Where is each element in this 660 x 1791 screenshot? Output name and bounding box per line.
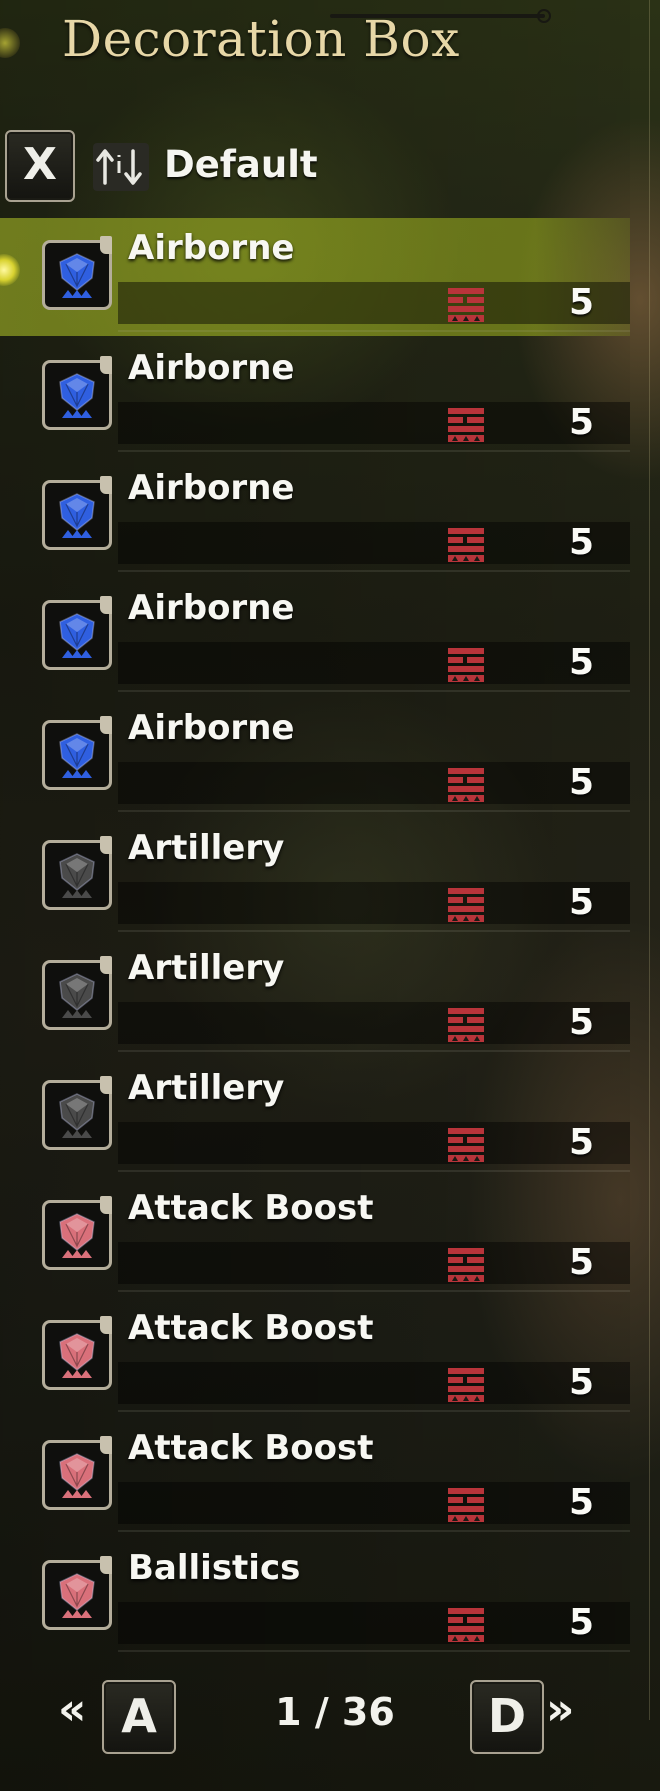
row-divider [118,1290,630,1292]
decoration-quantity: 5 [568,642,594,683]
pagination-footer: « A 1 / 36 D » [0,1670,630,1770]
decoration-row[interactable]: Airborne 5 [0,218,630,336]
decoration-quantity: 5 [568,1242,594,1283]
row-bar [118,1362,630,1404]
decoration-row[interactable]: Airborne 5 [0,458,630,578]
decoration-name: Attack Boost [128,1428,374,1468]
slot-level-icon [446,766,486,808]
row-divider [118,810,630,812]
page-title: Decoration Box [62,10,460,68]
decoration-tag-icon [100,1556,112,1574]
prev-page-chevron-icon[interactable]: « [58,1684,86,1735]
decoration-row[interactable]: Artillery 5 [0,1058,630,1178]
decoration-name: Attack Boost [128,1188,374,1228]
decoration-row[interactable]: Attack Boost 5 [0,1418,630,1538]
row-bar [118,1602,630,1644]
row-bar [118,282,630,324]
decoration-name: Artillery [128,1068,285,1108]
prev-page-key-a[interactable]: A [102,1680,176,1754]
decoration-name: Attack Boost [128,1308,374,1348]
next-page-key-d[interactable]: D [470,1680,544,1754]
decoration-row[interactable]: Artillery 5 [0,938,630,1058]
decoration-quantity: 5 [568,282,594,323]
decoration-row[interactable]: Artillery 5 [0,818,630,938]
slot-level-icon [446,1126,486,1168]
panel-edge [649,0,650,1720]
decoration-name: Airborne [128,468,295,508]
decoration-quantity: 5 [568,402,594,443]
slot-level-icon [446,1606,486,1648]
sort-key-x[interactable]: X [5,130,75,202]
decoration-name: Airborne [128,588,295,628]
decoration-quantity: 5 [568,1482,594,1523]
row-divider [118,1650,630,1652]
next-page-chevron-icon[interactable]: » [546,1684,574,1735]
row-divider [118,570,630,572]
decoration-tag-icon [100,836,112,854]
decoration-quantity: 5 [568,1362,594,1403]
slot-level-icon [446,1366,486,1408]
slot-level-icon [446,406,486,448]
row-divider [118,1410,630,1412]
decoration-tag-icon [100,716,112,734]
page-indicator: 1 / 36 [275,1690,395,1734]
row-bar [118,1482,630,1524]
decoration-quantity: 5 [568,1602,594,1643]
decoration-row[interactable]: Airborne 5 [0,338,630,458]
row-divider [118,1050,630,1052]
decoration-tag-icon [100,476,112,494]
decoration-quantity: 5 [568,1002,594,1043]
sort-icon[interactable] [93,143,149,191]
row-bar [118,882,630,924]
row-bar [118,1122,630,1164]
row-bar [118,522,630,564]
decoration-quantity: 5 [568,882,594,923]
row-divider [118,1170,630,1172]
selection-cursor-icon [0,254,20,286]
decoration-quantity: 5 [568,762,594,803]
decoration-tag-icon [100,1436,112,1454]
decoration-tag-icon [100,356,112,374]
decoration-name: Airborne [128,348,295,388]
slot-level-icon [446,1246,486,1288]
slot-level-icon [446,646,486,688]
row-bar [118,642,630,684]
decoration-quantity: 5 [568,1122,594,1163]
decoration-row[interactable]: Ballistics 5 [0,1538,630,1658]
decoration-quantity: 5 [568,522,594,563]
decoration-tag-icon [100,956,112,974]
decoration-row[interactable]: Airborne 5 [0,698,630,818]
decoration-row[interactable]: Attack Boost 5 [0,1298,630,1418]
decoration-tag-icon [100,1076,112,1094]
decoration-name: Artillery [128,828,285,868]
decoration-tag-icon [100,1196,112,1214]
row-divider [118,450,630,452]
row-bar [118,762,630,804]
decoration-tag-icon [100,596,112,614]
decoration-tag-icon [100,236,112,254]
decoration-name: Airborne [128,708,295,748]
slot-level-icon [446,1006,486,1048]
row-divider [118,330,630,332]
row-bar [118,402,630,444]
row-divider [118,690,630,692]
decoration-name: Ballistics [128,1548,301,1588]
sort-label[interactable]: Default [164,143,318,186]
row-divider [118,1530,630,1532]
decoration-row[interactable]: Airborne 5 [0,578,630,698]
row-divider [118,930,630,932]
decoration-name: Airborne [128,228,295,268]
decoration-name: Artillery [128,948,285,988]
title-ornament [330,9,551,23]
row-bar [118,1002,630,1044]
row-bar [118,1242,630,1284]
slot-level-icon [446,286,486,328]
slot-level-icon [446,1486,486,1528]
decoration-row[interactable]: Attack Boost 5 [0,1178,630,1298]
slot-level-icon [446,526,486,568]
decoration-tag-icon [100,1316,112,1334]
slot-level-icon [446,886,486,928]
